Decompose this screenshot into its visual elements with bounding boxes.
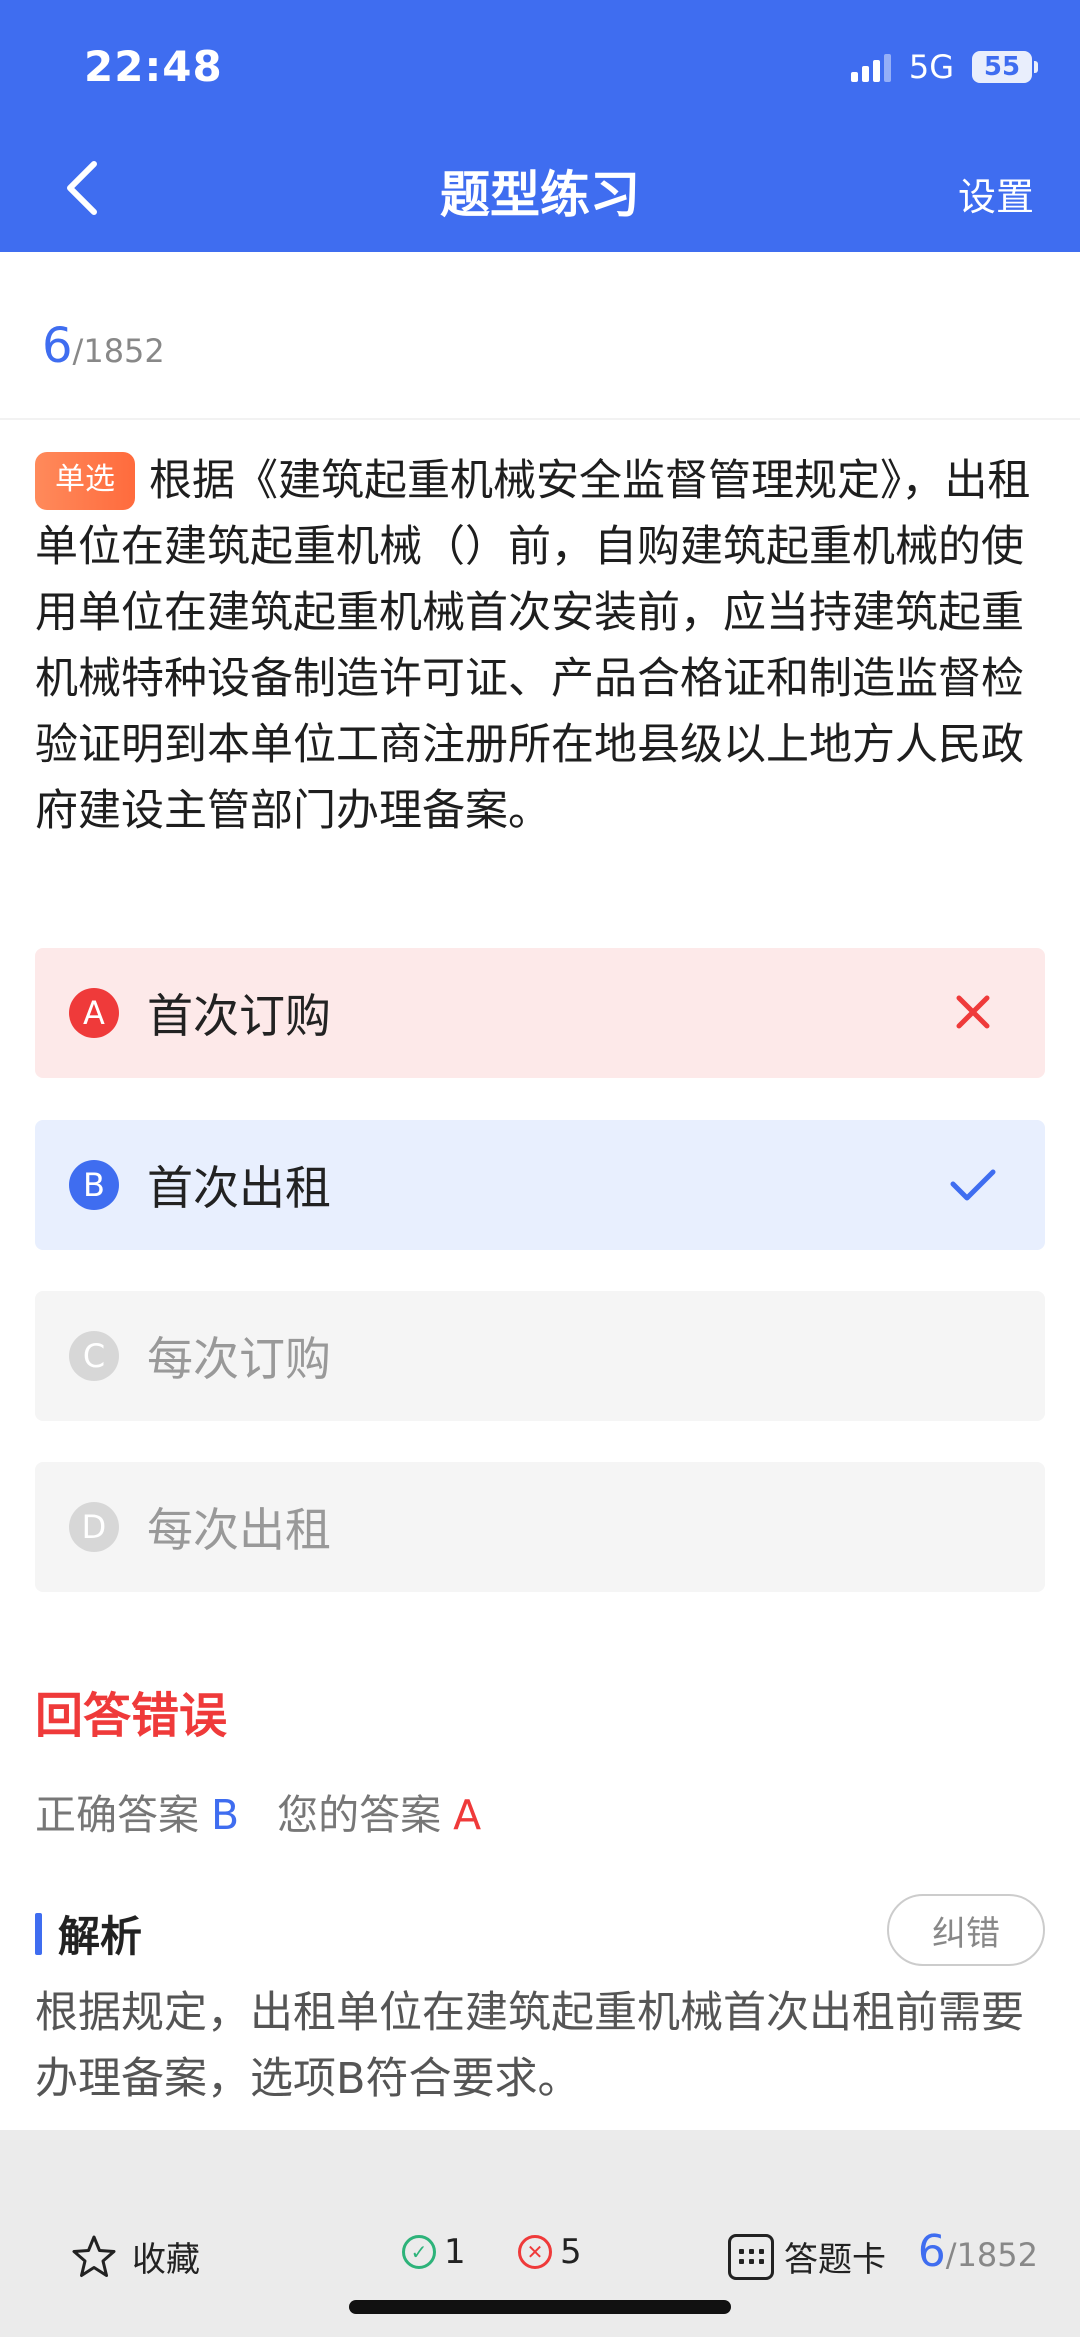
option-text-d: 每次出租 [147,1503,331,1557]
option-c[interactable]: C 每次订购 [35,1291,1045,1421]
accent-bar [35,1912,42,1955]
correct-answer-label: 正确答案 [35,1791,199,1839]
answer-summary: 正确答案 B 您的答案 A [35,1781,481,1841]
signal-icon [850,52,891,82]
option-text-a: 首次订购 [147,989,331,1043]
network-type: 5G [908,48,954,86]
divider [0,418,1080,420]
result-title: 回答错误 [35,1688,228,1744]
option-d[interactable]: D 每次出租 [35,1462,1045,1592]
answer-card-label: 答题卡 [784,2240,886,2280]
bottom-progress-current: 6 [917,2226,946,2277]
report-error-button[interactable]: 纠错 [887,1894,1045,1966]
option-letter-c: C [69,1331,119,1381]
answer-card-button[interactable]: 答题卡 [728,2232,886,2281]
option-letter-b: B [69,1160,119,1210]
progress-total: /1852 [72,332,165,370]
cross-icon [956,995,990,1029]
option-letter-d: D [69,1502,119,1552]
question-type-badge: 单选 [35,452,135,510]
question-text: 根据《建筑起重机械安全监督管理规定》，出租单位在建筑起重机械（）前，自购建筑起重… [35,456,1031,836]
question-progress: 6/1852 [42,318,165,374]
progress-current: 6 [42,318,73,374]
analysis-title: 解析 [58,1912,143,1961]
bottom-progress-total: /1852 [945,2236,1038,2274]
wrong-count[interactable]: ✕ 5 [518,2232,582,2272]
battery-level: 55 [983,52,1021,82]
check-circle-icon: ✓ [402,2235,436,2269]
option-letter-a: A [69,988,119,1038]
favorite-button[interactable]: 收藏 [70,2232,200,2281]
question-block: 单选 根据《建筑起重机械安全监督管理规定》，出租单位在建筑起重机械（）前，自购建筑… [35,448,1045,844]
right-count[interactable]: ✓ 1 [402,2232,466,2272]
your-answer-label: 您的答案 [277,1791,442,1839]
app-header: 22:48 5G 55 题型练习 设置 [0,0,1080,252]
page-title: 题型练习 [440,166,640,224]
analysis-text: 根据规定，出租单位在建筑起重机械首次出租前需要办理备案，选项B符合要求。 [35,1988,1024,2104]
settings-button[interactable]: 设置 [958,166,1034,221]
wrong-count-value: 5 [560,2232,582,2272]
battery-icon: 55 [972,51,1038,83]
status-indicators: 5G 55 [850,48,1038,86]
status-time: 22:48 [84,42,223,91]
x-circle-icon: ✕ [518,2235,552,2269]
check-icon [950,1169,996,1201]
analysis-heading: 解析 [35,1903,142,1964]
option-text-b: 首次出租 [147,1161,331,1215]
correct-answer-value: B [211,1791,240,1839]
favorite-label: 收藏 [132,2240,200,2280]
bottom-progress: 6/1852 [918,2226,1038,2277]
option-b[interactable]: B 首次出租 [35,1120,1045,1250]
home-indicator [349,2300,731,2314]
right-count-value: 1 [444,2232,466,2272]
star-icon [72,2235,116,2277]
option-text-c: 每次订购 [147,1332,331,1386]
your-answer-value: A [453,1791,482,1839]
grid-icon [728,2233,774,2280]
option-a[interactable]: A 首次订购 [35,948,1045,1078]
